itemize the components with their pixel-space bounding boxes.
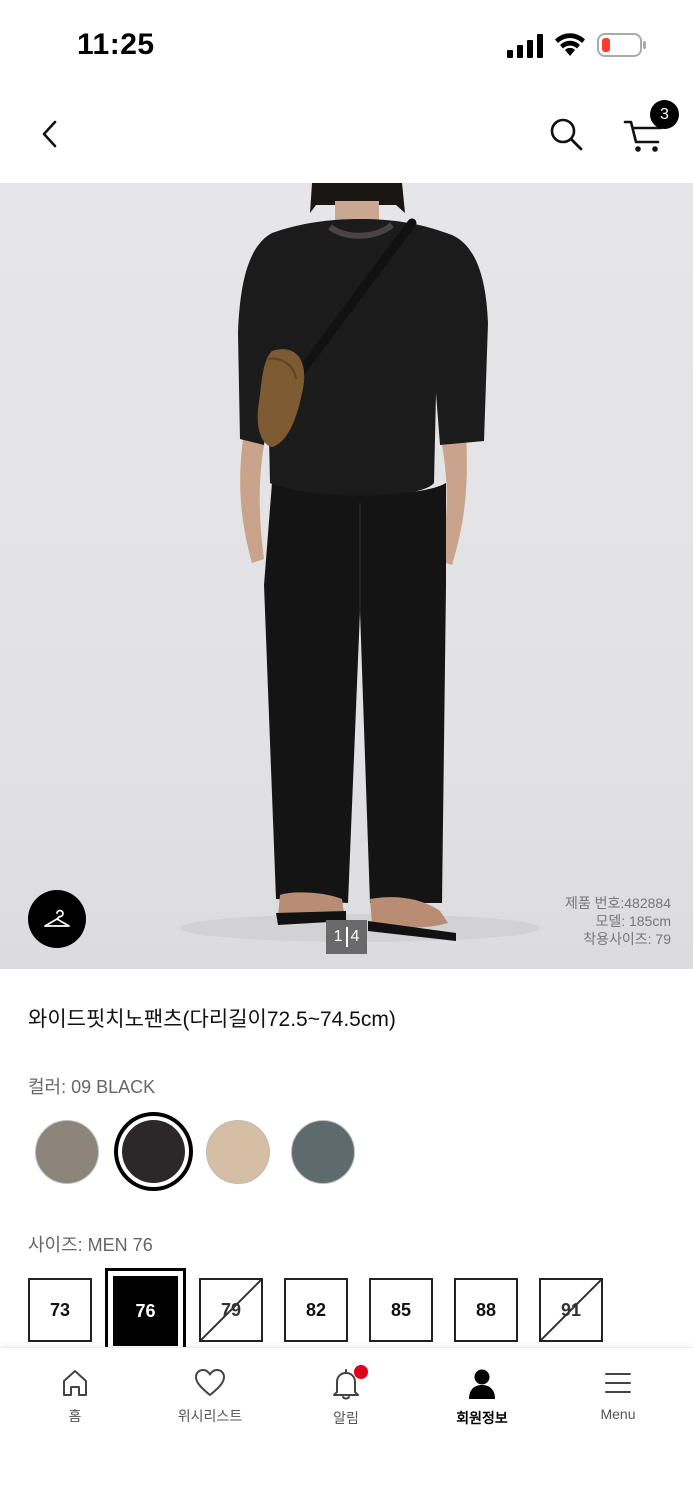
color-swatch-beige[interactable] <box>206 1120 270 1184</box>
menu-icon <box>605 1373 631 1393</box>
size-option-selected-fill: 76 <box>113 1276 178 1346</box>
sold-out-slash <box>201 1280 261 1340</box>
color-label: 컬러: 09 BLACK <box>28 1077 156 1097</box>
sold-out-slash <box>541 1280 601 1340</box>
size-label: 사이즈: MEN 76 <box>28 1235 153 1255</box>
size-option-label: 88 <box>475 1299 497 1320</box>
pager-divider <box>345 927 348 947</box>
model-height-text: 모델: 185cm <box>595 913 671 929</box>
size-option-label: 82 <box>305 1299 327 1320</box>
product-image-gallery[interactable]: 1 4 제품 번호:482884 모델: 185cm 착용사이즈: 79 <box>0 183 693 969</box>
tab-wishlist-label: 위시리스트 <box>177 1408 243 1424</box>
color-swatch-teal-gray[interactable] <box>291 1120 355 1184</box>
back-chevron-icon[interactable] <box>36 116 66 152</box>
tab-wishlist[interactable]: 위시리스트 <box>160 1368 260 1426</box>
image-pager: 1 4 <box>326 920 367 954</box>
size-option-label: 85 <box>390 1299 412 1320</box>
home-icon <box>63 1370 87 1396</box>
tab-notifications[interactable]: 알림 <box>296 1365 396 1428</box>
pager-total: 4 <box>350 928 360 945</box>
size-option-88[interactable]: 88 <box>454 1278 518 1342</box>
tab-menu[interactable]: Menu <box>568 1368 668 1422</box>
heart-icon <box>195 1369 225 1396</box>
status-time: 11:25 <box>77 28 155 61</box>
tab-menu-label: Menu <box>600 1406 636 1422</box>
tab-member-info-label: 회원정보 <box>456 1410 508 1426</box>
product-number-text: 제품 번호:482884 <box>564 895 671 911</box>
cellular-signal-icon <box>507 34 543 58</box>
tab-home[interactable]: 홈 <box>25 1368 125 1426</box>
wifi-icon <box>555 33 585 56</box>
product-photo <box>180 183 540 942</box>
search-icon[interactable] <box>546 114 586 154</box>
size-option-79-soldout[interactable]: 79 <box>199 1278 263 1342</box>
model-info: 제품 번호:482884 모델: 185cm 착용사이즈: 79 <box>565 894 671 948</box>
worn-size-text: 착용사이즈: 79 <box>583 931 671 947</box>
size-option-76-selected[interactable]: 76 <box>105 1268 186 1354</box>
size-option-82[interactable]: 82 <box>284 1278 348 1342</box>
color-swatch-olive-gray[interactable] <box>35 1120 99 1184</box>
size-option-91-soldout[interactable]: 91 <box>539 1278 603 1342</box>
fitting-hanger-button[interactable] <box>28 890 86 948</box>
bottom-tab-bar: 홈 위시리스트 알림 회원정보 Menu <box>0 1347 693 1500</box>
status-bar: 11:25 <box>0 0 693 90</box>
hanger-icon <box>44 909 70 927</box>
cart-count-badge: 3 <box>650 100 679 129</box>
size-option-label: 76 <box>135 1300 156 1321</box>
pager-current: 1 <box>333 928 343 945</box>
size-option-85[interactable]: 85 <box>369 1278 433 1342</box>
person-icon <box>469 1369 495 1399</box>
nav-header: 3 <box>0 90 693 183</box>
notification-dot <box>354 1365 368 1379</box>
battery-low-icon <box>597 33 646 57</box>
size-option-73[interactable]: 73 <box>28 1278 92 1342</box>
product-title: 와이드핏치노팬츠(다리길이72.5~74.5cm) <box>28 1008 396 1031</box>
color-swatch-black[interactable] <box>122 1120 185 1183</box>
tab-member-info[interactable]: 회원정보 <box>432 1368 532 1428</box>
tab-notifications-label: 알림 <box>333 1410 359 1426</box>
tab-home-label: 홈 <box>68 1408 82 1424</box>
size-option-label: 73 <box>49 1299 71 1320</box>
